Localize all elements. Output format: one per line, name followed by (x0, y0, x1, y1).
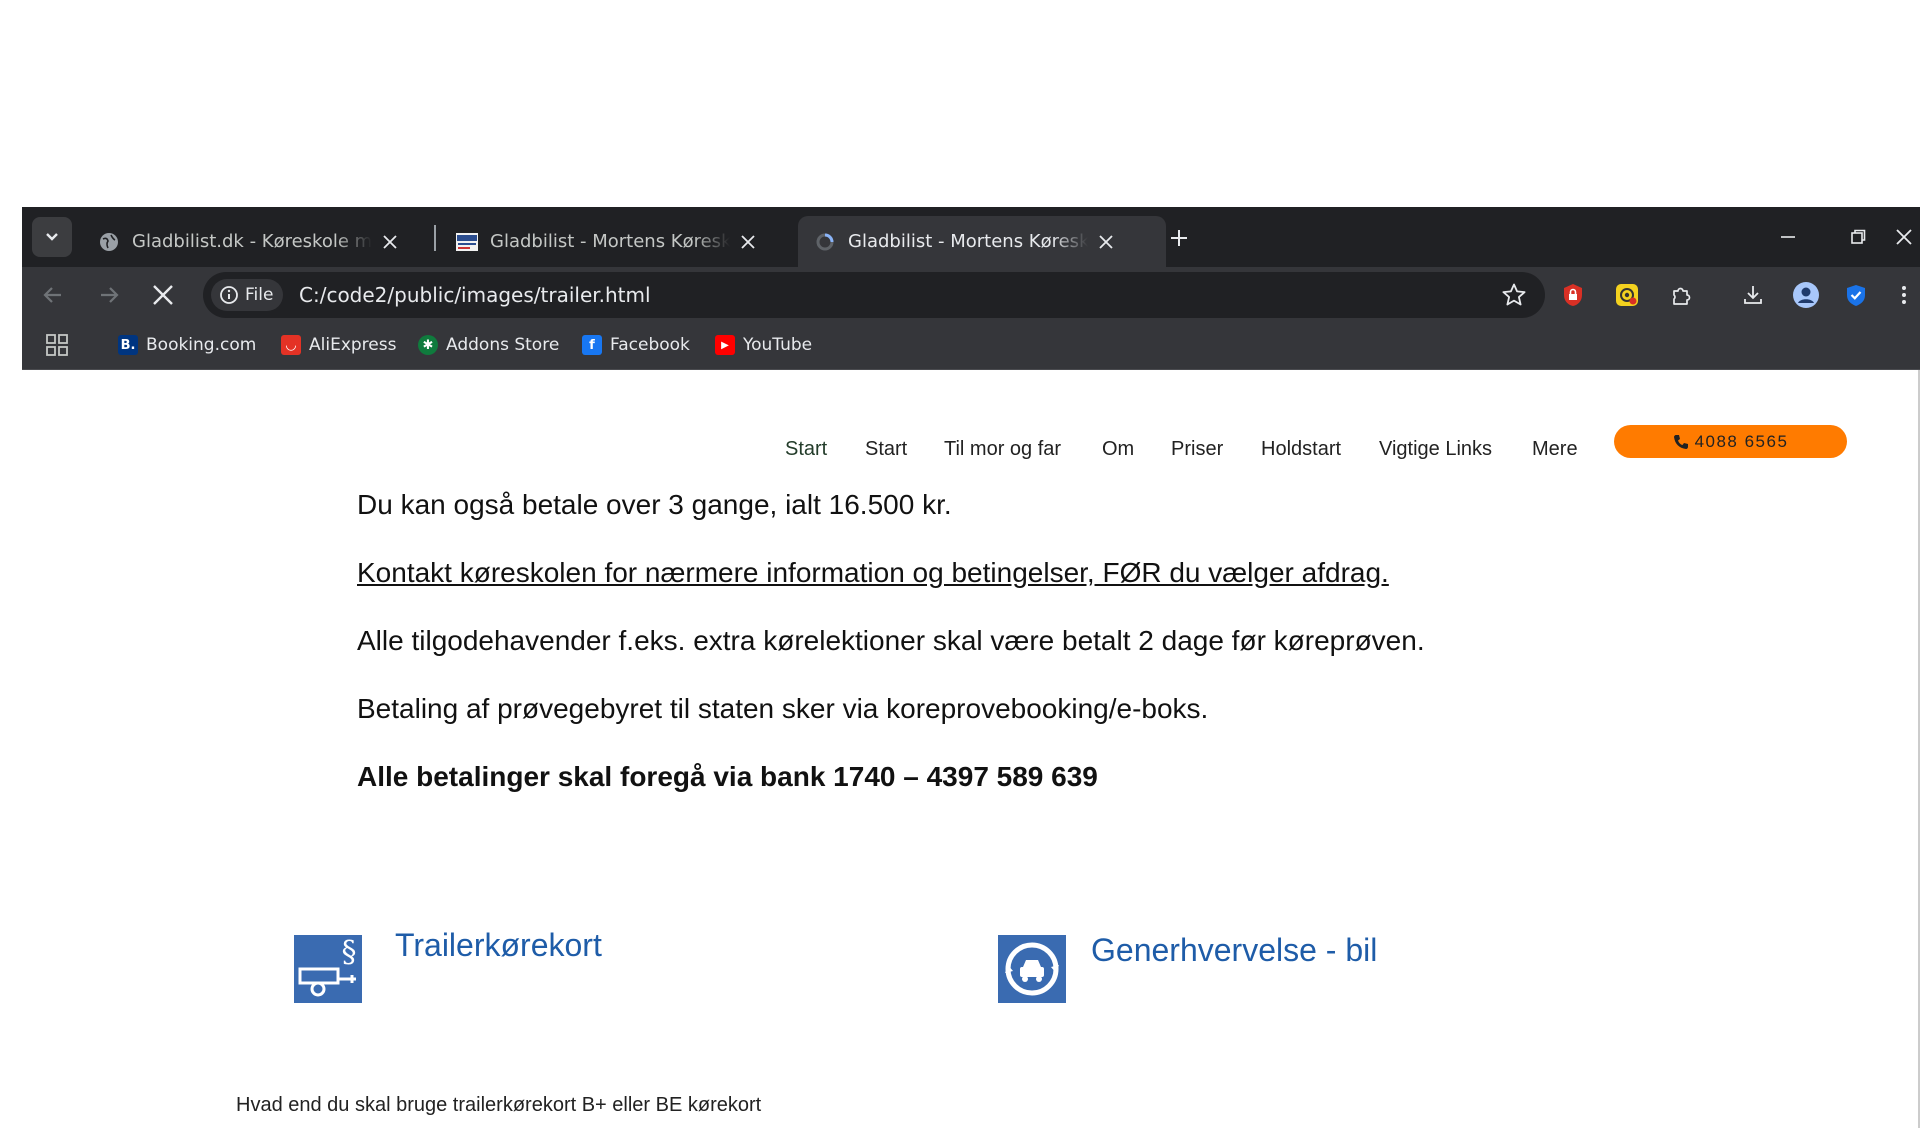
trailer-license-link[interactable]: Trailerkørekort (395, 927, 602, 964)
plus-icon (1171, 230, 1187, 246)
close-icon[interactable] (736, 230, 760, 254)
close-icon[interactable] (1094, 230, 1118, 254)
car-renewal-icon[interactable] (998, 935, 1066, 1003)
tab-2[interactable]: Gladbilist - Mortens Køreskole / (440, 216, 790, 267)
bookmark-youtube[interactable]: ▶ YouTube (715, 331, 812, 359)
contact-school-link[interactable]: Kontakt køreskolen for nærmere informati… (357, 557, 1389, 589)
nav-item-priser[interactable]: Priser (1171, 438, 1223, 461)
bookmark-addons-store[interactable]: ✱ Addons Store (418, 331, 559, 359)
bookmark-label: Facebook (610, 335, 690, 355)
aliexpress-icon: ◡ (281, 335, 301, 355)
web-page: Start Start Til mor og far Om Priser Hol… (22, 370, 1920, 1128)
forward-button[interactable] (92, 278, 126, 312)
shield-check-icon (1847, 285, 1865, 306)
profile-button[interactable] (1790, 279, 1822, 311)
tab-2-title: Gladbilist - Mortens Køreskole / (490, 231, 730, 252)
forward-arrow-icon (101, 287, 119, 303)
close-icon (1896, 229, 1912, 245)
tab-1[interactable]: Gladbilist.dk - Køreskole med kø (82, 216, 432, 267)
minimize-button[interactable] (1768, 221, 1808, 253)
trailer-law-icon[interactable]: § (294, 935, 362, 1003)
license-renewal-car-link[interactable]: Generhvervelse - bil (1091, 932, 1377, 969)
bookmarks-bar: B. Booking.com ◡ AliExpress ✱ Addons Sto… (22, 321, 1920, 370)
bookmark-star-button[interactable] (1499, 280, 1529, 310)
mortens-logo-icon (456, 231, 478, 253)
close-icon (153, 285, 173, 305)
nav-item-vigtige-links[interactable]: Vigtige Links (1379, 438, 1492, 461)
close-icon[interactable] (378, 230, 402, 254)
bookmark-label: AliExpress (309, 335, 397, 355)
avatar-icon (1793, 282, 1819, 308)
back-button[interactable] (36, 278, 70, 312)
more-vertical-icon (1902, 286, 1906, 304)
tab-search-button[interactable] (32, 217, 72, 257)
tab-3-title: Gladbilist - Mortens Køreskole / (848, 231, 1088, 252)
bookmark-label: Addons Store (446, 335, 560, 355)
address-bar[interactable]: File C:/code2/public/images/trailer.html (203, 272, 1545, 318)
tab-1-title: Gladbilist.dk - Køreskole med kø (132, 231, 372, 252)
phone-number: 4088 6565 (1694, 431, 1789, 451)
bookmark-facebook[interactable]: f Facebook (582, 331, 690, 359)
nav-item-start[interactable]: Start (865, 438, 907, 461)
svg-text:§: § (342, 935, 357, 970)
bookmark-aliexpress[interactable]: ◡ AliExpress (281, 331, 396, 359)
nav-item-mere[interactable]: Mere (1532, 438, 1578, 461)
bookmark-booking[interactable]: B. Booking.com (118, 331, 256, 359)
menu-button[interactable] (1888, 279, 1920, 311)
bookmark-label: YouTube (743, 335, 813, 355)
exam-fee-text: Betaling af prøvegebyret til staten sker… (357, 693, 1209, 724)
booking-icon: B. (118, 335, 138, 355)
nav-item-holdstart[interactable]: Holdstart (1261, 438, 1341, 461)
lock-extension-icon (1564, 284, 1582, 306)
tab-strip: Gladbilist.dk - Køreskole med kø Gladbil… (22, 207, 1920, 267)
extension-lock-button[interactable] (1557, 279, 1589, 311)
nav-item-til-mor-og-far[interactable]: Til mor og far (944, 438, 1061, 461)
addons-store-icon: ✱ (418, 335, 438, 355)
extension-shield-button[interactable] (1840, 279, 1872, 311)
stop-loading-button[interactable] (146, 278, 180, 312)
outstanding-payments-text: Alle tilgodehavender f.eks. extra kørele… (357, 625, 1425, 656)
tab-separator (434, 225, 436, 251)
tab-3-active[interactable]: Gladbilist - Mortens Køreskole / (798, 216, 1166, 267)
phone-icon (1673, 434, 1688, 449)
browser-toolbar: File C:/code2/public/images/trailer.html (22, 267, 1920, 321)
apps-button[interactable] (46, 334, 68, 361)
youtube-icon: ▶ (715, 335, 735, 355)
star-icon (1502, 283, 1526, 306)
download-icon (1744, 286, 1762, 304)
extensions-button[interactable] (1666, 279, 1698, 311)
payment-installments-text: Du kan også betale over 3 gange, ialt 16… (357, 489, 952, 520)
facebook-icon: f (582, 335, 602, 355)
extension-yellow-button[interactable] (1611, 279, 1643, 311)
info-icon (220, 286, 238, 304)
browser-window: Gladbilist.dk - Køreskole med kø Gladbil… (22, 207, 1920, 1128)
restore-icon (1851, 229, 1866, 244)
chevron-down-icon (46, 233, 58, 241)
new-tab-button[interactable] (1164, 223, 1194, 253)
phone-button[interactable]: 4088 6565 (1614, 425, 1847, 458)
loading-icon (814, 231, 836, 253)
site-info-chip[interactable]: File (211, 279, 284, 311)
nav-item-om[interactable]: Om (1102, 438, 1134, 461)
apps-grid-icon (46, 334, 68, 356)
minimize-icon (1781, 236, 1795, 238)
bank-account-text: Alle betalinger skal foregå via bank 174… (357, 761, 1098, 792)
eye-extension-icon (1616, 284, 1638, 306)
restore-button[interactable] (1838, 221, 1878, 253)
nav-item-start-active[interactable]: Start (785, 438, 827, 461)
url-text[interactable]: C:/code2/public/images/trailer.html (299, 283, 651, 307)
back-arrow-icon (43, 287, 61, 303)
globe-icon (98, 231, 120, 253)
scheme-label: File (245, 285, 274, 305)
puzzle-icon (1673, 287, 1691, 305)
trailer-intro-text: Hvad end du skal bruge trailerkørekort B… (236, 1094, 762, 1116)
bookmark-label: Booking.com (146, 335, 257, 355)
close-window-button[interactable] (1884, 221, 1920, 253)
downloads-button[interactable] (1737, 279, 1769, 311)
